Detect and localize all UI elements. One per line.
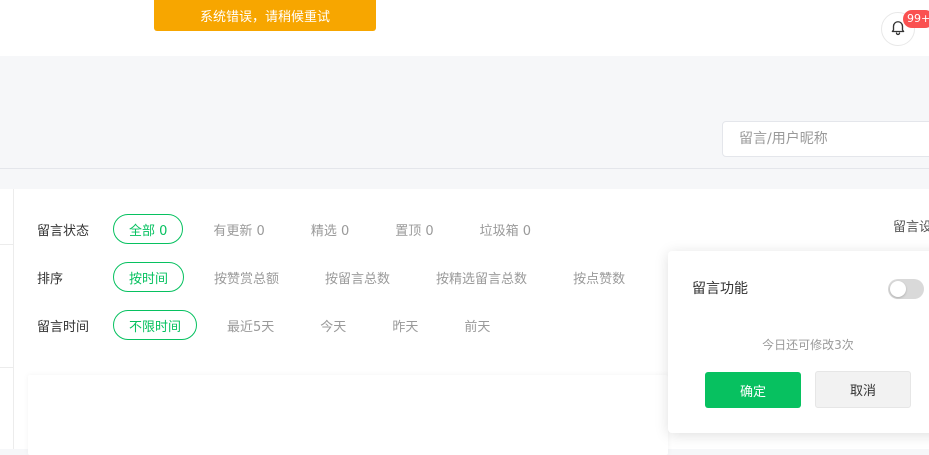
sort-option-featured-total[interactable]: 按精选留言总数 bbox=[420, 262, 543, 292]
popover-title: 留言功能 bbox=[692, 281, 748, 297]
sort-option-reward-total[interactable]: 按赞赏总额 bbox=[198, 262, 295, 292]
popover-hint: 今日还可修改3次 bbox=[762, 338, 854, 352]
time-option-day-before[interactable]: 前天 bbox=[448, 310, 506, 340]
cancel-button[interactable]: 取消 bbox=[815, 371, 911, 408]
time-filter-row: 留言时间 不限时间 最近5天 今天 昨天 前天 bbox=[37, 309, 520, 341]
status-option-trash[interactable]: 垃圾箱 0 bbox=[464, 214, 547, 244]
confirm-button[interactable]: 确定 bbox=[705, 372, 801, 408]
time-filter-label: 留言时间 bbox=[37, 319, 90, 335]
left-sidebar-edge bbox=[0, 189, 14, 449]
status-filter-row: 留言状态 全部 0 有更新 0 精选 0 置顶 0 垃圾箱 0 bbox=[37, 213, 561, 245]
status-filter-label: 留言状态 bbox=[37, 223, 90, 239]
time-option-last-5-days[interactable]: 最近5天 bbox=[211, 310, 290, 340]
sort-option-comment-total[interactable]: 按留言总数 bbox=[309, 262, 406, 292]
time-option-any[interactable]: 不限时间 bbox=[113, 310, 198, 340]
comment-settings-link[interactable]: 留言设 bbox=[893, 216, 929, 235]
notification-badge: 99+ bbox=[903, 10, 929, 28]
comment-feature-toggle[interactable] bbox=[888, 279, 924, 299]
error-toast: 系统错误，请稍候重试 bbox=[154, 0, 376, 31]
sort-filter-row: 排序 按时间 按赞赏总额 按留言总数 按精选留言总数 按点赞数 bbox=[37, 261, 655, 293]
search-input[interactable] bbox=[722, 121, 929, 157]
status-option-pinned[interactable]: 置顶 0 bbox=[379, 214, 449, 244]
comment-list-card bbox=[28, 375, 668, 455]
top-bar bbox=[0, 0, 929, 56]
status-option-all[interactable]: 全部 0 bbox=[113, 214, 184, 244]
comment-settings-popover: 留言功能 今日还可修改3次 确定 取消 bbox=[668, 251, 929, 433]
popover-arrow bbox=[914, 242, 929, 251]
sort-filter-label: 排序 bbox=[37, 271, 64, 287]
time-option-yesterday[interactable]: 昨天 bbox=[376, 310, 434, 340]
status-option-updated[interactable]: 有更新 0 bbox=[197, 214, 280, 244]
sort-option-time[interactable]: 按时间 bbox=[113, 262, 185, 292]
toggle-knob bbox=[890, 281, 906, 297]
time-option-today[interactable]: 今天 bbox=[304, 310, 362, 340]
status-option-featured[interactable]: 精选 0 bbox=[295, 214, 365, 244]
sort-option-likes[interactable]: 按点赞数 bbox=[557, 262, 641, 292]
